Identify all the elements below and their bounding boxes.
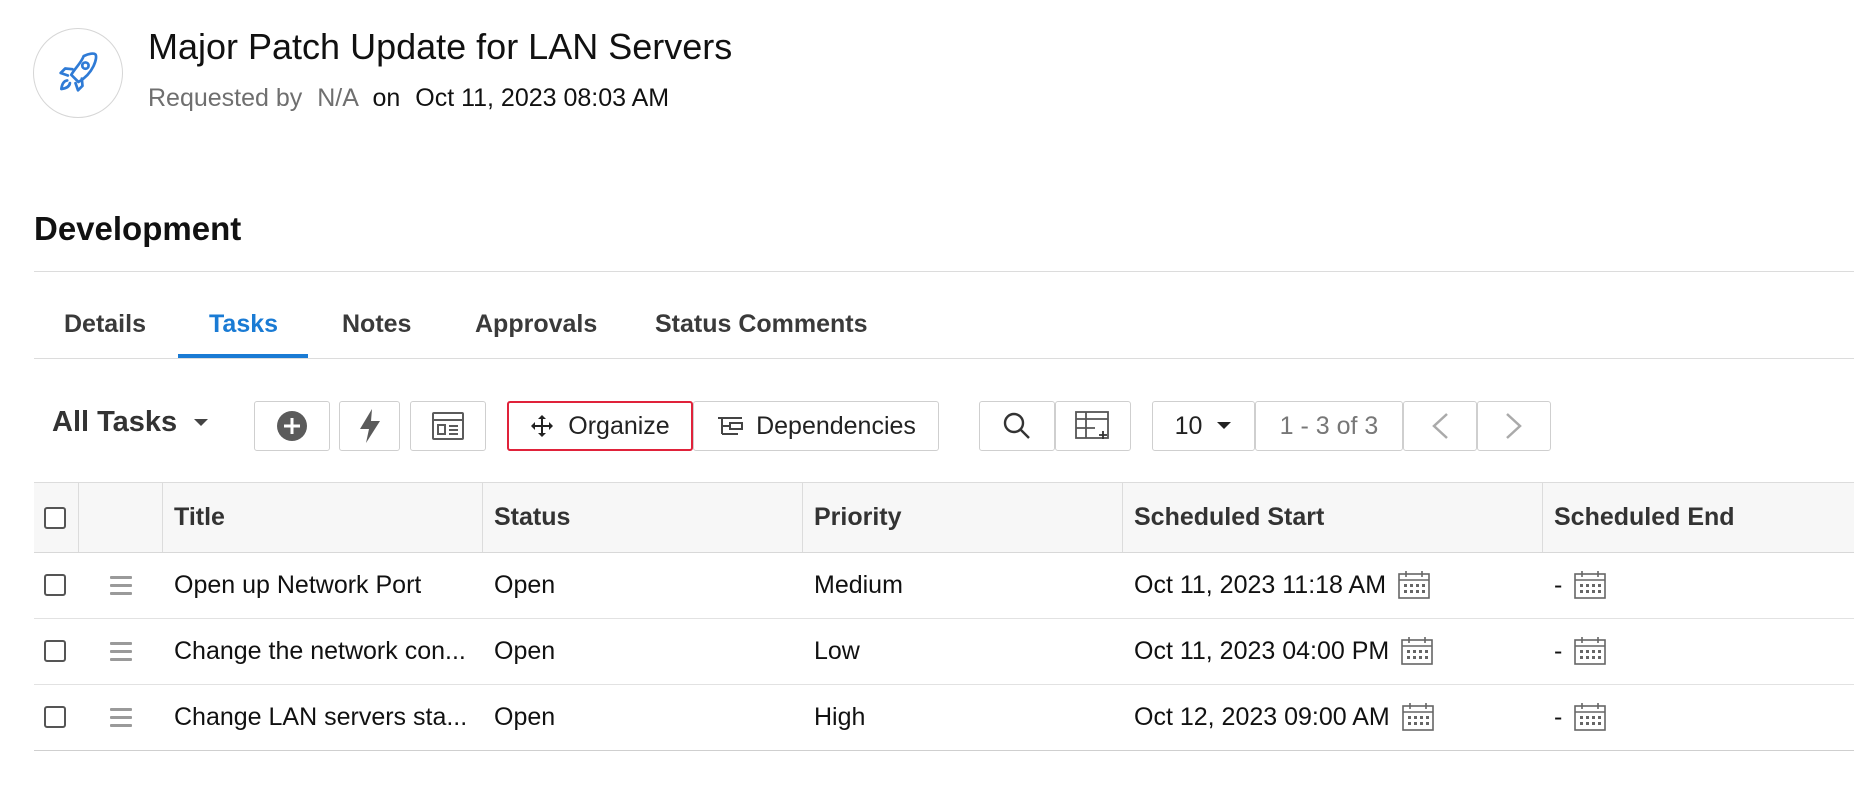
column-chooser-icon — [1075, 411, 1109, 439]
scheduled-end: - — [1554, 570, 1563, 599]
column-header-scheduled-end[interactable]: Scheduled End — [1554, 483, 1735, 552]
drag-handle-icon[interactable] — [110, 707, 132, 727]
row-checkbox[interactable] — [44, 640, 66, 662]
scheduled-end: - — [1554, 636, 1563, 665]
divider — [34, 271, 1854, 272]
row-checkbox[interactable] — [44, 574, 66, 596]
task-title[interactable]: Change the network con... — [174, 618, 466, 684]
scheduled-start: Oct 11, 2023 11:18 AM — [1134, 570, 1387, 599]
table-row: Change the network con... Open Low Oct 1… — [34, 618, 1854, 685]
requested-by-label: Requested by — [148, 84, 303, 112]
page-size-value: 10 — [1174, 411, 1203, 440]
dependencies-label: Dependencies — [756, 411, 916, 440]
page-title: Major Patch Update for LAN Servers — [148, 26, 733, 67]
scheduled-end: - — [1554, 702, 1563, 731]
tab-notes[interactable]: Notes — [342, 310, 411, 339]
chevron-right-icon — [1506, 413, 1522, 439]
trigger-button[interactable] — [339, 401, 400, 451]
chevron-left-icon — [1432, 413, 1448, 439]
template-icon — [432, 412, 464, 440]
caret-down-icon — [194, 418, 209, 426]
task-status: Open — [494, 636, 556, 665]
stage-title: Development — [34, 210, 242, 247]
requester-name: N/A — [317, 84, 358, 112]
table-header-row: Title Status Priority Scheduled Start Sc… — [34, 483, 1854, 553]
calendar-icon[interactable] — [1574, 571, 1607, 599]
tasks-table: Title Status Priority Scheduled Start Sc… — [34, 482, 1854, 751]
calendar-icon[interactable] — [1401, 703, 1434, 731]
column-header-priority[interactable]: Priority — [814, 483, 902, 552]
column-chooser-button[interactable] — [1055, 401, 1131, 451]
search-icon — [1003, 412, 1030, 439]
task-status: Open — [494, 702, 556, 731]
task-template-button[interactable] — [410, 401, 486, 451]
request-meta: Requested by N/A on Oct 11, 2023 08:03 A… — [148, 84, 669, 113]
drag-handle-icon[interactable] — [110, 575, 132, 595]
scheduled-start: Oct 11, 2023 04:00 PM — [1134, 636, 1390, 665]
task-priority: Medium — [814, 570, 903, 599]
tab-status-comments[interactable]: Status Comments — [655, 310, 868, 339]
organize-button[interactable]: Organize — [507, 401, 693, 451]
task-status: Open — [494, 570, 556, 599]
calendar-icon[interactable] — [1574, 703, 1607, 731]
task-filter-dropdown[interactable]: All Tasks — [52, 406, 209, 439]
search-button[interactable] — [979, 401, 1055, 451]
next-page-button[interactable] — [1477, 401, 1551, 451]
page-range: 1 - 3 of 3 — [1255, 401, 1403, 451]
task-title[interactable]: Change LAN servers sta... — [174, 684, 467, 750]
task-priority: Low — [814, 636, 860, 665]
drag-handle-icon[interactable] — [110, 641, 132, 661]
table-row: Open up Network Port Open Medium Oct 11,… — [34, 552, 1854, 619]
tab-details[interactable]: Details — [64, 310, 146, 339]
request-date: Oct 11, 2023 08:03 AM — [415, 84, 670, 112]
tab-approvals[interactable]: Approvals — [475, 310, 597, 339]
calendar-icon[interactable] — [1398, 571, 1430, 599]
on-label: on — [372, 84, 401, 112]
dependencies-icon — [718, 417, 744, 435]
task-priority: High — [814, 702, 866, 731]
page-size-select[interactable]: 10 — [1152, 401, 1255, 451]
select-all-checkbox[interactable] — [44, 506, 66, 529]
column-header-title[interactable]: Title — [174, 483, 225, 552]
calendar-icon[interactable] — [1574, 637, 1607, 665]
dependencies-button[interactable]: Dependencies — [693, 401, 939, 451]
tabs-divider — [34, 358, 1854, 359]
row-checkbox[interactable] — [44, 706, 66, 728]
move-icon — [531, 415, 554, 437]
task-filter-label: All Tasks — [52, 406, 178, 438]
caret-down-icon — [1217, 422, 1232, 429]
scheduled-start: Oct 12, 2023 09:00 AM — [1134, 702, 1390, 731]
rocket-icon — [33, 28, 123, 118]
lightning-icon — [359, 409, 380, 443]
column-header-status[interactable]: Status — [494, 483, 570, 552]
add-circle-icon — [277, 411, 307, 441]
tab-tasks[interactable]: Tasks — [209, 310, 278, 339]
column-header-scheduled-start[interactable]: Scheduled Start — [1134, 483, 1324, 552]
organize-label: Organize — [568, 411, 670, 440]
add-task-button[interactable] — [254, 401, 330, 451]
prev-page-button[interactable] — [1403, 401, 1477, 451]
task-title[interactable]: Open up Network Port — [174, 552, 421, 618]
calendar-icon[interactable] — [1401, 637, 1434, 665]
table-row: Change LAN servers sta... Open High Oct … — [34, 684, 1854, 751]
